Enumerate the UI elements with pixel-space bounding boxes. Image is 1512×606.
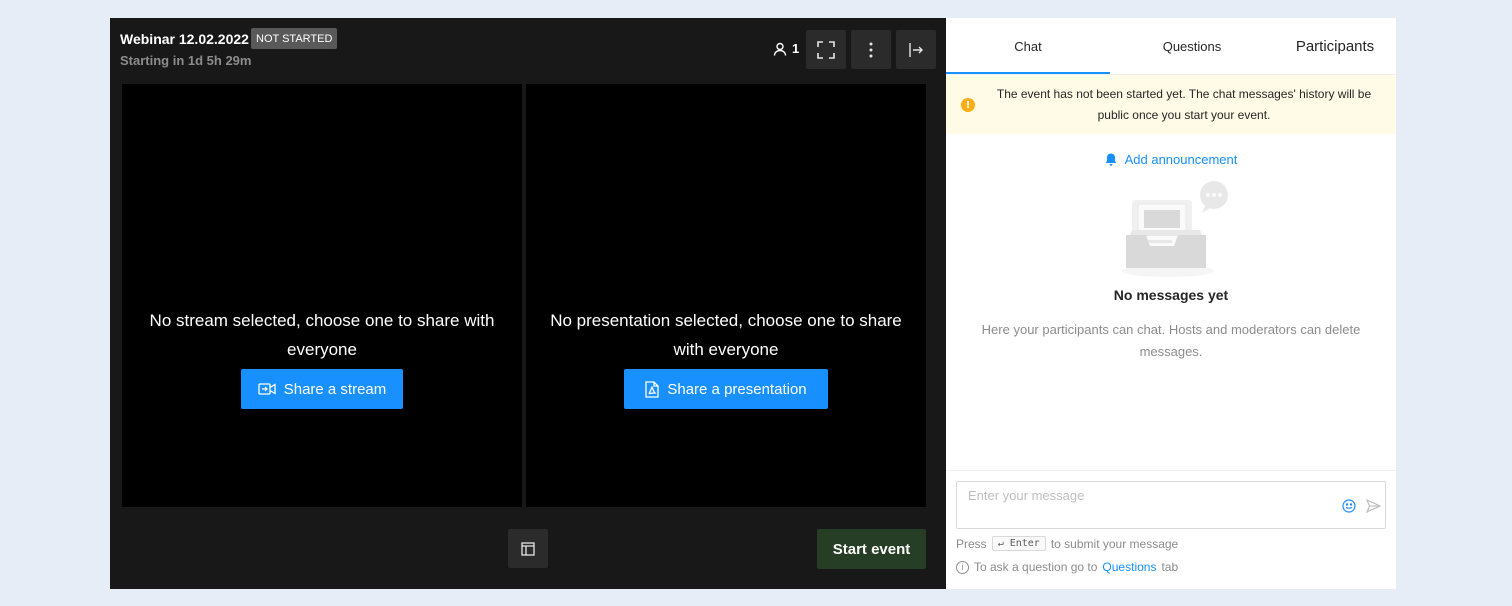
add-announcement-label: Add announcement bbox=[1124, 152, 1238, 167]
questions-info: i To ask a question go to Questions tab bbox=[956, 560, 1178, 574]
viewer-count: 1 bbox=[792, 41, 800, 56]
hint-rest: to submit your message bbox=[1050, 536, 1179, 551]
warning-text: The event has not been started yet. The … bbox=[996, 87, 1372, 122]
tab-questions[interactable]: Questions bbox=[1110, 18, 1274, 74]
empty-inbox-illustration bbox=[1122, 181, 1228, 277]
emoji-icon[interactable] bbox=[1342, 499, 1356, 513]
fullscreen-button[interactable] bbox=[806, 30, 846, 69]
share-stream-button[interactable]: Share a stream bbox=[241, 369, 403, 409]
send-icon[interactable] bbox=[1366, 499, 1381, 513]
presentation-empty-message: No presentation selected, choose one to … bbox=[550, 311, 902, 359]
start-event-button[interactable]: Start event bbox=[817, 529, 926, 569]
share-presentation-label: Share a presentation bbox=[667, 380, 807, 398]
video-share-icon bbox=[258, 383, 276, 395]
stream-pane: No stream selected, choose one to share … bbox=[122, 84, 522, 507]
more-options-button[interactable] bbox=[851, 30, 891, 69]
info-prefix: To ask a question go to bbox=[974, 560, 1098, 574]
status-badge: NOT STARTED bbox=[251, 28, 338, 49]
tab-participants[interactable]: Participants bbox=[1274, 18, 1396, 74]
active-tab-indicator bbox=[946, 72, 1110, 74]
presentation-pane: No presentation selected, choose one to … bbox=[526, 84, 926, 507]
stage: Webinar 12.02.2022 NOT STARTED Starting … bbox=[110, 18, 946, 589]
add-announcement-button[interactable]: Add announcement bbox=[946, 152, 1396, 167]
questions-link[interactable]: Questions bbox=[1102, 560, 1156, 574]
empty-chat-title: No messages yet bbox=[1113, 287, 1229, 303]
info-suffix: tab bbox=[1161, 560, 1179, 574]
exit-icon bbox=[909, 42, 923, 57]
pdf-file-icon bbox=[645, 380, 660, 398]
countdown-text: Starting in 1d 5h 29m bbox=[120, 53, 252, 68]
more-vertical-icon bbox=[869, 42, 873, 57]
panel-tabs: Chat Questions Participants bbox=[946, 18, 1396, 75]
enter-key-badge: ↵ Enter bbox=[991, 536, 1046, 551]
side-panel: Chat Questions Participants ! The event … bbox=[946, 18, 1396, 589]
hint-press: Press bbox=[956, 536, 987, 551]
composer-divider bbox=[946, 470, 1396, 471]
stream-empty-message: No stream selected, choose one to share … bbox=[149, 311, 495, 359]
user-icon bbox=[773, 42, 787, 56]
layout-toggle-button[interactable] bbox=[508, 529, 548, 568]
message-input[interactable] bbox=[968, 488, 1338, 503]
warning-icon: ! bbox=[961, 98, 975, 112]
fullscreen-icon bbox=[817, 40, 835, 59]
exit-button[interactable] bbox=[896, 30, 936, 69]
stage-header: Webinar 12.02.2022 NOT STARTED Starting … bbox=[110, 18, 946, 84]
event-title: Webinar 12.02.2022 bbox=[120, 31, 249, 47]
empty-chat-description: Here your participants can chat. Hosts a… bbox=[981, 322, 1361, 359]
submit-hint: Press ↵ Enter to submit your message bbox=[956, 536, 1178, 551]
bell-icon bbox=[1105, 153, 1116, 166]
share-stream-label: Share a stream bbox=[283, 380, 387, 398]
share-presentation-button[interactable]: Share a presentation bbox=[624, 369, 828, 409]
info-icon: i bbox=[956, 560, 969, 574]
message-composer bbox=[956, 481, 1386, 529]
tab-chat[interactable]: Chat bbox=[946, 18, 1110, 74]
viewer-counter: 1 bbox=[773, 41, 799, 56]
not-started-warning: ! The event has not been started yet. Th… bbox=[946, 75, 1396, 134]
layout-icon bbox=[521, 541, 535, 556]
